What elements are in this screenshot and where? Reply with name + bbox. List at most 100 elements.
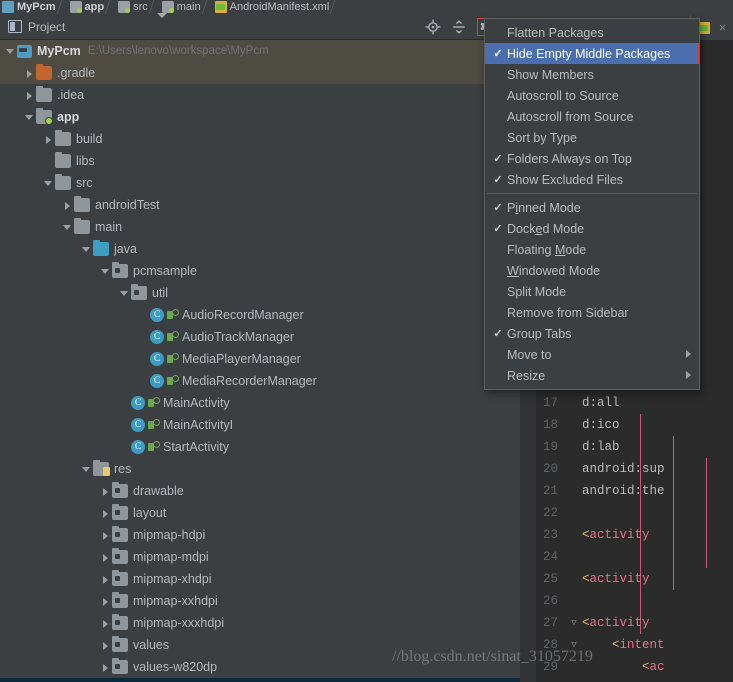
breadcrumb-item[interactable]: app	[68, 0, 108, 14]
line-number: 22	[542, 506, 558, 520]
chevron-right-icon[interactable]	[99, 485, 112, 498]
menu-item-label: Show Members	[507, 67, 594, 82]
tree-item-label: util	[152, 286, 168, 300]
tree-row[interactable]: libs	[0, 150, 520, 172]
chevron-down-icon[interactable]	[23, 111, 36, 124]
tree-row[interactable]: C StartActivity	[0, 436, 520, 458]
menu-item[interactable]: Autoscroll from Source	[485, 106, 699, 127]
view-options-popup-menu[interactable]: Flatten Packages ✓ Hide Empty Middle Packa…	[484, 18, 700, 390]
tree-row[interactable]: C MainActivity	[0, 392, 520, 414]
tree-row[interactable]: java	[0, 238, 520, 260]
tree-row[interactable]: values-w820dp	[0, 656, 520, 678]
project-tab-label: Project	[28, 19, 66, 34]
chevron-right-icon[interactable]	[99, 573, 112, 586]
tree-row[interactable]: C AudioTrackManager	[0, 326, 520, 348]
menu-item[interactable]: Split Mode	[485, 281, 699, 302]
chevron-right-icon[interactable]	[99, 507, 112, 520]
breadcrumb-item[interactable]: src	[116, 0, 151, 14]
tree-row[interactable]: res	[0, 458, 520, 480]
menu-item[interactable]: Resize	[485, 365, 699, 386]
tree-row[interactable]: build	[0, 128, 520, 150]
tree-row[interactable]: main	[0, 216, 520, 238]
menu-item[interactable]: Floating Mode	[485, 239, 699, 260]
class-icon: C	[150, 308, 164, 322]
package-icon	[112, 614, 128, 630]
public-visibility-icon	[148, 441, 160, 453]
chevron-right-icon[interactable]	[23, 67, 36, 80]
chevron-down-icon[interactable]	[80, 243, 93, 256]
tree-row[interactable]: C MediaRecorderManager	[0, 370, 520, 392]
tree-row[interactable]: .idea	[0, 84, 520, 106]
xml-file-icon	[214, 1, 227, 13]
tree-row[interactable]: mipmap-xxxhdpi	[0, 612, 520, 634]
tree-row[interactable]: MyPcm E:\Users\lenovo\workspace\MyPcm	[0, 40, 520, 62]
code-line: 20 android:sup	[520, 458, 733, 480]
tree-row[interactable]: C MediaPlayerManager	[0, 348, 520, 370]
menu-item[interactable]: Flatten Packages	[485, 22, 699, 43]
tree-row[interactable]: androidTest	[0, 194, 520, 216]
submenu-arrow-icon	[686, 350, 691, 358]
menu-item[interactable]: ✓ Show Excluded Files	[485, 169, 699, 190]
close-icon[interactable]: ×	[719, 21, 727, 34]
breadcrumb-item[interactable]: MyPcm	[0, 0, 59, 14]
menu-item[interactable]: ✓ Docked Mode	[485, 218, 699, 239]
chevron-right-icon[interactable]	[99, 661, 112, 674]
tree-row[interactable]: mipmap-xhdpi	[0, 568, 520, 590]
collapse-all-icon[interactable]	[451, 19, 467, 35]
tree-row[interactable]: layout	[0, 502, 520, 524]
tree-row[interactable]: AndroidManifest.xml	[0, 678, 520, 682]
chevron-down-icon[interactable]	[61, 221, 74, 234]
tree-row[interactable]: pcmsample	[0, 260, 520, 282]
line-number: 17	[542, 396, 558, 410]
locate-icon[interactable]	[425, 19, 441, 35]
tree-row[interactable]: mipmap-xxhdpi	[0, 590, 520, 612]
tree-row[interactable]: mipmap-mdpi	[0, 546, 520, 568]
menu-item[interactable]: ✓ Folders Always on Top	[485, 148, 699, 169]
chevron-down-icon[interactable]	[42, 177, 55, 190]
menu-item[interactable]: Remove from Sidebar	[485, 302, 699, 323]
menu-item[interactable]: ✓ Group Tabs	[485, 323, 699, 344]
tree-item-label: .gradle	[57, 66, 96, 80]
breadcrumb-item[interactable]: AndroidManifest.xml	[213, 0, 333, 14]
chevron-down-icon[interactable]	[118, 287, 131, 300]
tree-row[interactable]: util	[0, 282, 520, 304]
chevron-down-icon[interactable]	[80, 463, 93, 476]
menu-item[interactable]: Windowed Mode	[485, 260, 699, 281]
tree-row[interactable]: .gradle	[0, 62, 520, 84]
chevron-right-icon[interactable]	[61, 199, 74, 212]
menu-item[interactable]: ✓ Hide Empty Middle Packages	[485, 43, 699, 64]
tree-row[interactable]: app	[0, 106, 520, 128]
tree-row[interactable]: mipmap-hdpi	[0, 524, 520, 546]
folder-icon	[55, 174, 71, 190]
project-tree[interactable]: MyPcm E:\Users\lenovo\workspace\MyPcm .gra…	[0, 40, 520, 682]
line-number: 21	[542, 484, 558, 498]
class-icon: C	[150, 352, 164, 366]
chevron-down-icon[interactable]	[157, 12, 168, 36]
menu-item[interactable]: Show Members	[485, 64, 699, 85]
chevron-right-icon[interactable]	[42, 133, 55, 146]
tree-row[interactable]: C MainActivityI	[0, 414, 520, 436]
fold-marker[interactable]: ▽	[566, 618, 582, 628]
project-tab[interactable]: Project	[0, 12, 168, 36]
chevron-right-icon[interactable]	[99, 529, 112, 542]
chevron-right-icon[interactable]	[99, 595, 112, 608]
chevron-right-icon[interactable]	[99, 617, 112, 630]
code-text: d:all	[582, 396, 620, 410]
chevron-right-icon[interactable]	[99, 639, 112, 652]
tree-row[interactable]: drawable	[0, 480, 520, 502]
chevron-down-icon[interactable]	[4, 45, 17, 58]
menu-item[interactable]: ✓ Pinned Mode	[485, 197, 699, 218]
chevron-down-icon[interactable]	[99, 265, 112, 278]
breadcrumb-item[interactable]: main	[160, 0, 204, 14]
chevron-right-icon[interactable]	[99, 551, 112, 564]
tree-row[interactable]: C AudioRecordManager	[0, 304, 520, 326]
fold-marker[interactable]: ▽	[566, 640, 582, 650]
menu-item[interactable]: Sort by Type	[485, 127, 699, 148]
menu-item[interactable]: Autoscroll to Source	[485, 85, 699, 106]
menu-item[interactable]: Move to	[485, 344, 699, 365]
tree-row[interactable]: values	[0, 634, 520, 656]
package-icon	[112, 482, 128, 498]
tree-row[interactable]: src	[0, 172, 520, 194]
chevron-right-icon[interactable]	[23, 89, 36, 102]
